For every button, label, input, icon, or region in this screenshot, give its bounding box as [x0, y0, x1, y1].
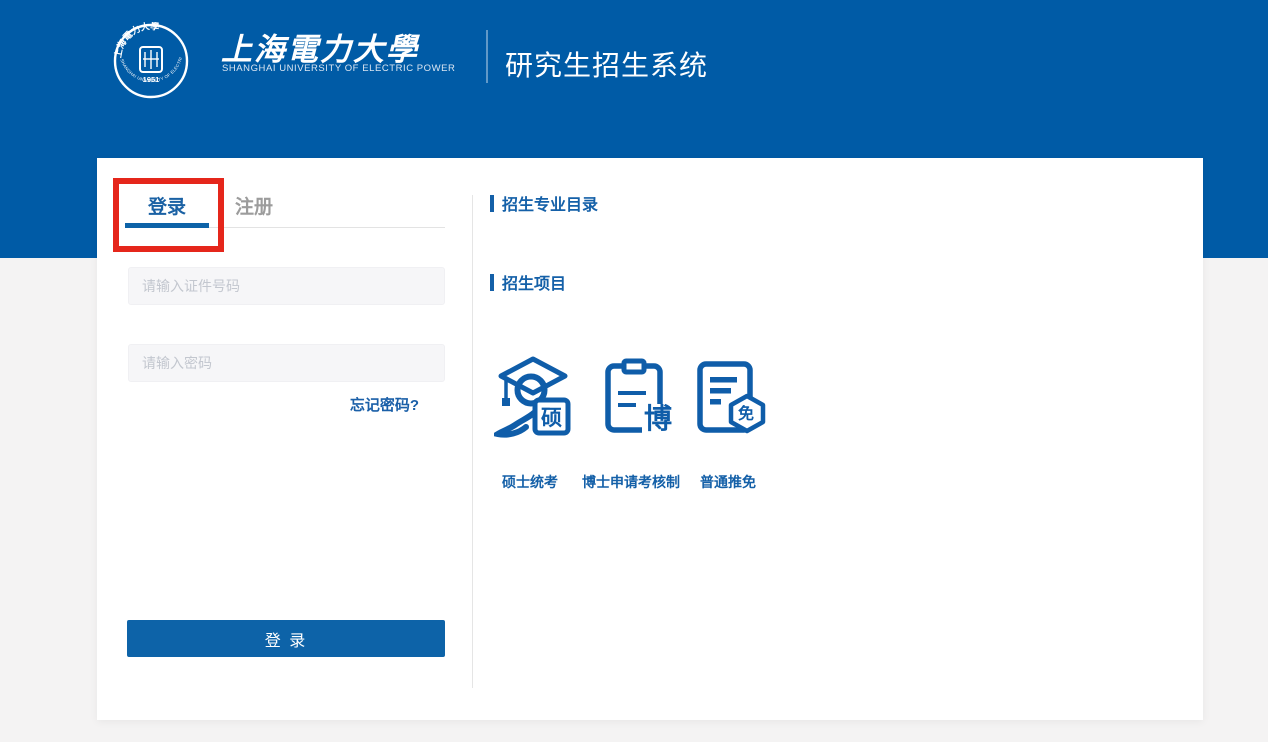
section-title-bar: [490, 195, 494, 212]
seal-year-text: 1951: [143, 75, 160, 84]
auth-tabs: 登录注册: [125, 194, 445, 228]
login-card: 登录注册 忘记密码? 登 录 招生专业目录 招生项目: [97, 158, 1203, 720]
exemption-badge-char: 免: [738, 407, 754, 423]
id-number-input[interactable]: [128, 267, 445, 305]
section-admission-programs: 招生项目: [490, 270, 566, 294]
login-button[interactable]: 登 录: [127, 620, 445, 657]
program-label-doctor[interactable]: 博士申请考核制: [582, 472, 680, 492]
system-title: 研究生招生系统: [505, 44, 708, 84]
program-label-exemption[interactable]: 普通推免: [700, 472, 756, 492]
svg-text:上海電力大學: 上海電力大學: [112, 22, 160, 59]
program-label-master[interactable]: 硕士统考: [502, 472, 558, 492]
section-title-label: 招生项目: [502, 270, 566, 294]
section-admission-catalog[interactable]: 招生专业目录: [490, 191, 598, 215]
section-title-bar: [490, 274, 494, 291]
seal-zh-arc-text: 上海電力大學: [112, 22, 160, 59]
tab-login[interactable]: 登录: [125, 194, 209, 228]
info-panel: 招生专业目录 招生项目 硕: [490, 158, 1190, 720]
doctor-badge-char: 博: [642, 404, 672, 433]
university-name-en: SHANGHAI UNIVERSITY OF ELECTRIC POWER: [222, 63, 452, 74]
section-title-label: 招生专业目录: [502, 191, 598, 215]
program-exemption[interactable]: 免: [694, 358, 768, 438]
program-doctor[interactable]: 博: [602, 358, 676, 438]
forgot-password-row: 忘记密码?: [128, 394, 445, 415]
program-master[interactable]: 硕: [494, 354, 572, 438]
university-seal-logo: 上海電力大學 SHANGHAI UNIVERSITY OF ELECTRIC P…: [112, 22, 190, 100]
master-badge-char: 硕: [541, 408, 562, 429]
header-divider: [486, 30, 488, 83]
forgot-password-link[interactable]: 忘记密码?: [350, 397, 419, 414]
card-vertical-divider: [472, 195, 473, 688]
password-input[interactable]: [128, 344, 445, 382]
exemption-document-icon: [694, 358, 768, 438]
tab-register[interactable]: 注册: [235, 194, 273, 222]
